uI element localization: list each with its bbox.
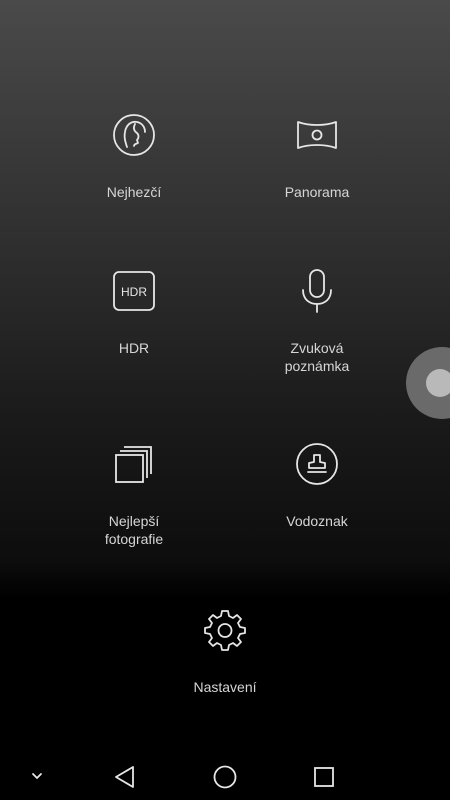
face-profile-icon (113, 114, 155, 156)
settings-button[interactable]: Nastavení (135, 608, 315, 696)
mode-audio-note-label: Zvuková poznámka (284, 340, 350, 374)
home-circle-icon[interactable] (212, 764, 238, 790)
mode-beauty[interactable]: Nejhezčí (44, 113, 224, 201)
mode-best-photo[interactable]: Nejlepší fotografie (44, 442, 224, 548)
hdr-icon: HDR (113, 271, 155, 311)
mode-hdr-label: HDR (118, 340, 150, 356)
recents-square-icon[interactable] (311, 764, 337, 790)
floating-handle[interactable] (406, 347, 450, 419)
panorama-icon (297, 121, 337, 149)
mode-hdr[interactable]: HDR HDR (44, 269, 224, 357)
floating-handle-dot (426, 369, 450, 397)
mode-panorama-label: Panorama (284, 184, 350, 200)
chevron-down-icon[interactable] (28, 769, 46, 783)
mode-audio-note[interactable]: Zvuková poznámka (227, 269, 407, 375)
mode-watermark-label: Vodoznak (286, 513, 348, 529)
hdr-icon-text: HDR (121, 285, 147, 299)
microphone-icon (302, 269, 332, 313)
mode-watermark[interactable]: Vodoznak (227, 442, 407, 530)
gear-icon (204, 610, 246, 651)
camera-modes-screen: Nejhezčí Panorama HDR HDR Zvuková poznám… (0, 0, 450, 800)
stacked-photos-icon (115, 446, 152, 483)
back-triangle-icon[interactable] (112, 764, 138, 790)
navigation-bar (0, 752, 450, 800)
mode-best-photo-label: Nejlepší fotografie (104, 513, 164, 547)
mode-beauty-label: Nejhezčí (106, 184, 162, 200)
settings-label: Nastavení (193, 679, 257, 695)
mode-panorama[interactable]: Panorama (227, 113, 407, 201)
stamp-icon (296, 443, 338, 485)
